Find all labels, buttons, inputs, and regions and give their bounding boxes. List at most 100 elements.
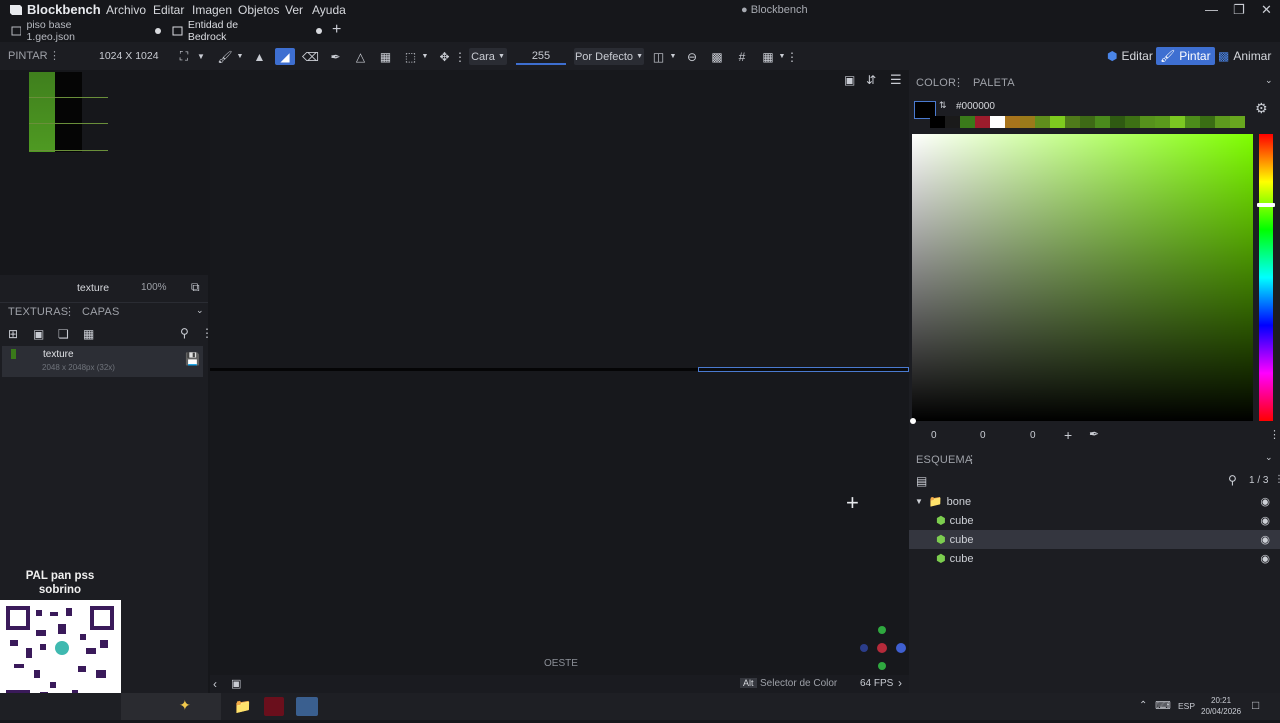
eyedropper-icon[interactable]: ✒: [1089, 427, 1099, 441]
palette-swatch[interactable]: [975, 116, 990, 128]
palette-swatch[interactable]: [1110, 116, 1125, 128]
eraser-icon[interactable]: ⌫: [302, 48, 319, 65]
chevron-right-icon[interactable]: ›: [898, 676, 902, 690]
texture-grid-icon[interactable]: ▦: [83, 327, 94, 341]
palette-swatch[interactable]: [1125, 116, 1140, 128]
brush-icon[interactable]: 🖌: [216, 48, 234, 65]
minimize-icon[interactable]: —: [1205, 2, 1218, 17]
mode-paint-button[interactable]: 🖌 Pintar: [1156, 47, 1215, 65]
new-tab-plus-icon[interactable]: +: [332, 21, 341, 39]
copy-icon[interactable]: ⧉: [191, 280, 200, 295]
chevron-down-icon[interactable]: ⌄: [1265, 75, 1273, 86]
lock-alpha-icon[interactable]: ⊖: [684, 48, 700, 65]
eyedropper-icon[interactable]: ✒: [327, 48, 344, 65]
menu-ayuda[interactable]: Ayuda: [312, 3, 346, 17]
menu-objetos[interactable]: Objetos: [238, 3, 279, 17]
fill-bucket-icon[interactable]: ◢: [275, 48, 295, 65]
palette-swatches[interactable]: [930, 116, 1250, 129]
grid-icon[interactable]: #: [734, 48, 750, 65]
axis-gizmo-icon[interactable]: [855, 623, 909, 671]
texture-list-item[interactable]: texture 2048 x 2048px (32x) 💾: [2, 346, 203, 377]
palette-swatch[interactable]: [945, 116, 960, 128]
palette-swatch[interactable]: [1005, 116, 1020, 128]
panel-menu-icon[interactable]: ⋮: [966, 453, 977, 466]
notification-icon[interactable]: □: [1252, 698, 1259, 712]
uv-texture-preview[interactable]: [0, 70, 208, 275]
hue-slider[interactable]: [1259, 134, 1273, 421]
blue-value-input[interactable]: 0: [1030, 430, 1036, 441]
chevron-down-icon[interactable]: ▼: [778, 48, 786, 65]
close-icon[interactable]: ✕: [1261, 2, 1272, 18]
panel-menu-icon[interactable]: ⋮: [953, 76, 964, 89]
menu-imagen[interactable]: Imagen: [192, 3, 232, 17]
chevron-left-icon[interactable]: ‹: [213, 677, 217, 691]
tab-paleta[interactable]: PALETA: [973, 77, 1015, 89]
save-icon[interactable]: 💾: [185, 352, 200, 366]
maximize-icon[interactable]: ❐: [1233, 2, 1245, 18]
mode-edit-button[interactable]: ⬢ Editar: [1103, 47, 1157, 65]
unsaved-dot-icon[interactable]: [316, 28, 322, 34]
hue-handle[interactable]: [1257, 203, 1275, 207]
move-icon[interactable]: ✥: [436, 48, 453, 65]
taskbar-search-area[interactable]: ✦: [121, 693, 221, 720]
chevron-down-icon[interactable]: ⌄: [1265, 452, 1273, 463]
palette-swatch[interactable]: [1215, 116, 1230, 128]
chevron-down-icon[interactable]: ▼: [236, 48, 244, 65]
chevron-down-icon[interactable]: ▼: [421, 48, 429, 65]
tab-color[interactable]: COLOR: [916, 77, 956, 89]
palette-swatch[interactable]: [960, 116, 975, 128]
clock-date[interactable]: 20/04/2026: [1201, 707, 1241, 716]
tab-piso-base[interactable]: piso base 1.geo.json: [11, 19, 161, 43]
panel-menu-icon[interactable]: ⋮: [1274, 474, 1280, 485]
blockbench-taskbar-icon[interactable]: [296, 697, 318, 716]
fullscreen-icon[interactable]: ⛶: [176, 48, 192, 65]
palette-swatch[interactable]: [1035, 116, 1050, 128]
cara-dropdown[interactable]: Cara ▼: [469, 48, 507, 65]
outliner-item-cube[interactable]: ⬢ cube ◉: [909, 511, 1280, 530]
blend-mode-dropdown[interactable]: Por Defecto ▼: [574, 48, 644, 65]
outliner-item-cube-selected[interactable]: ⬢ cube ◉: [909, 530, 1280, 549]
sparkle-icon[interactable]: ✦: [179, 697, 191, 714]
menu-ver[interactable]: Ver: [285, 3, 303, 17]
outliner-item-bone[interactable]: ▼ 📁 bone ◉: [909, 492, 1280, 511]
palette-swatch[interactable]: [990, 116, 1005, 128]
search-icon[interactable]: ⚲: [180, 326, 189, 340]
panel-menu-icon[interactable]: ⋮: [1269, 428, 1280, 441]
eye-icon[interactable]: ◉: [1260, 495, 1270, 508]
add-element-icon[interactable]: ▤: [916, 474, 927, 488]
palette-swatch[interactable]: [1155, 116, 1170, 128]
selection-icon[interactable]: ⬚: [402, 48, 419, 65]
swap-colors-icon[interactable]: ⇅: [939, 100, 947, 111]
palette-swatch[interactable]: [1095, 116, 1110, 128]
file-explorer-icon[interactable]: 📁: [234, 698, 251, 715]
add-texture-icon[interactable]: ⊞: [8, 327, 18, 341]
layout-icon[interactable]: ▦: [760, 48, 776, 65]
chevron-down-icon[interactable]: ▼: [669, 48, 677, 65]
menu-archivo[interactable]: Archivo: [106, 3, 146, 17]
menu-editar[interactable]: Editar: [153, 3, 184, 17]
tab-capas[interactable]: CAPAS: [82, 306, 119, 318]
language-indicator[interactable]: ESP: [1178, 701, 1195, 711]
palette-swatch[interactable]: [930, 116, 945, 128]
clock-time[interactable]: 20:21: [1211, 696, 1231, 705]
gradient-icon[interactable]: ▦: [377, 48, 394, 65]
monitor-icon[interactable]: ▣: [231, 677, 241, 690]
green-value-input[interactable]: 0: [980, 430, 986, 441]
mirror-icon[interactable]: ◫: [651, 48, 666, 65]
panel-menu-icon[interactable]: ⋮: [64, 305, 75, 318]
outliner-item-cube[interactable]: ⬢ cube ◉: [909, 549, 1280, 568]
chevron-down-icon[interactable]: ▼: [196, 48, 206, 65]
app-red-icon[interactable]: [264, 697, 284, 716]
panel-menu-icon[interactable]: ⋮: [49, 49, 60, 62]
palette-swatch[interactable]: [1080, 116, 1095, 128]
chevron-down-icon[interactable]: ⌄: [196, 305, 204, 316]
mode-animate-button[interactable]: ▩ Animar: [1214, 47, 1275, 65]
palette-swatch[interactable]: [1140, 116, 1155, 128]
palette-swatch[interactable]: [1200, 116, 1215, 128]
palette-swatch[interactable]: [1065, 116, 1080, 128]
red-value-input[interactable]: 0: [931, 430, 937, 441]
palette-swatch[interactable]: [1020, 116, 1035, 128]
add-color-plus-icon[interactable]: +: [1064, 427, 1072, 443]
eye-icon[interactable]: ◉: [1260, 533, 1270, 546]
folder-icon[interactable]: ❏: [58, 327, 69, 341]
